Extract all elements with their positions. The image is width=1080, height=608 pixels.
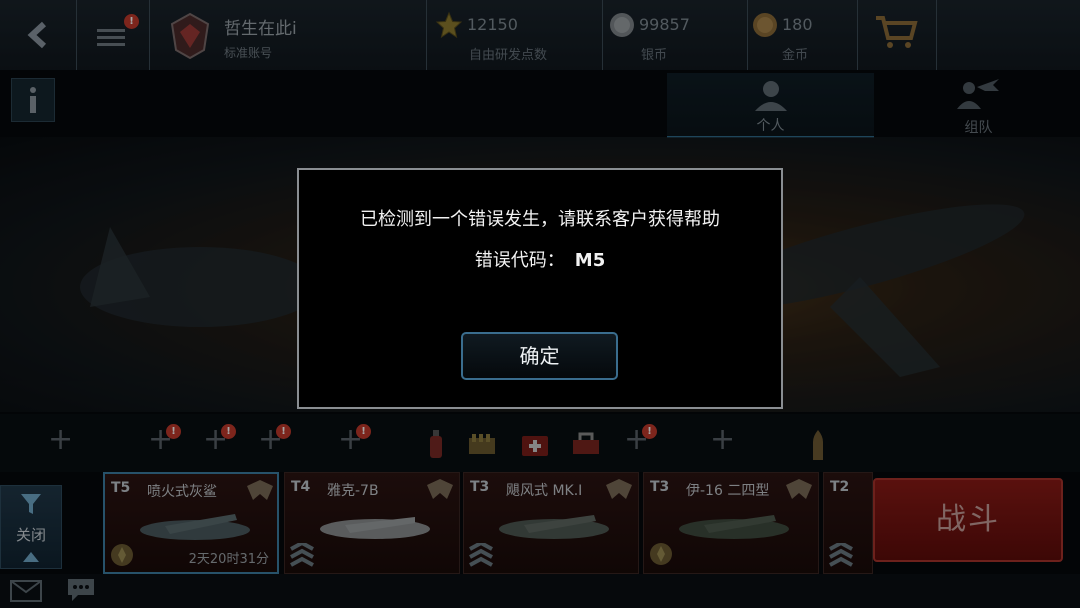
error-message: 已检测到一个错误发生，请联系客户获得帮助	[360, 209, 720, 230]
confirm-button[interactable]: 确定	[461, 332, 618, 380]
error-code: 错误代码： M5	[299, 246, 781, 272]
error-code-value: M5	[574, 250, 606, 271]
error-dialog: 已检测到一个错误发生，请联系客户获得帮助 错误代码： M5 确定	[297, 168, 783, 409]
error-code-label: 错误代码：	[474, 250, 565, 271]
